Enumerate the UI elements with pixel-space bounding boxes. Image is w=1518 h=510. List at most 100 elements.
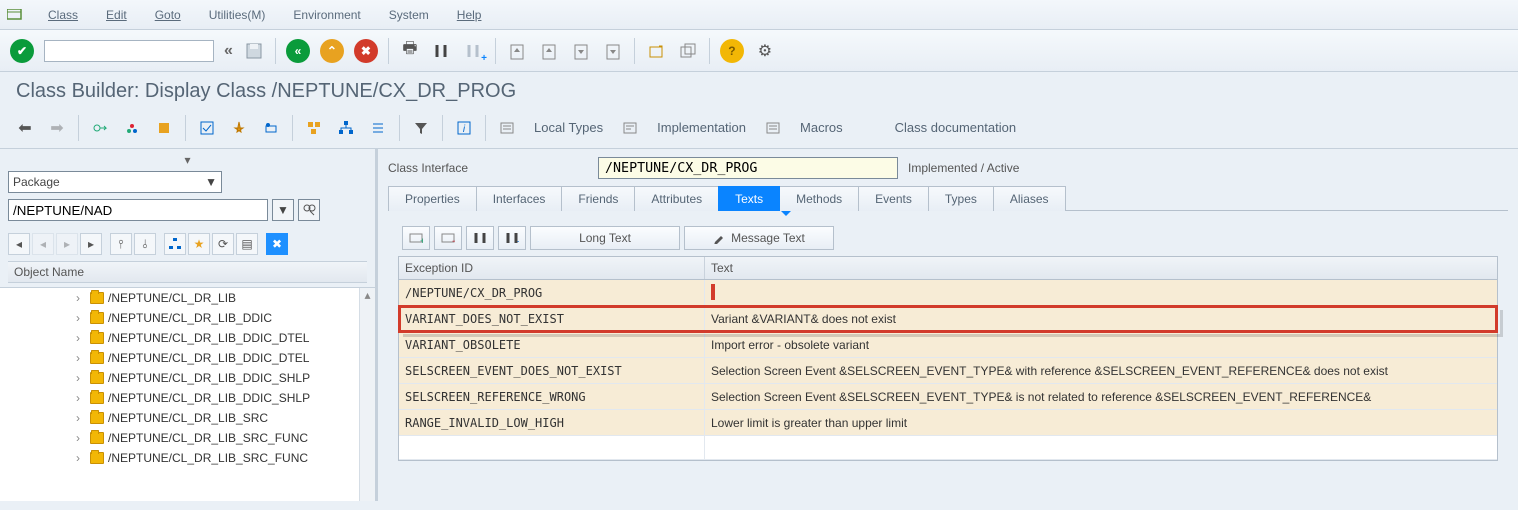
options-icon[interactable]: ▤ [236, 233, 258, 255]
menu-class[interactable]: Class [44, 4, 82, 26]
filter-icon[interactable] [410, 117, 432, 139]
back-button[interactable]: « [286, 39, 310, 63]
new-session-icon[interactable] [645, 40, 667, 62]
tab-interfaces[interactable]: Interfaces [476, 186, 563, 211]
where-used-icon[interactable] [303, 117, 325, 139]
cell-exception-id[interactable]: RANGE_INVALID_LOW_HIGH [399, 410, 705, 435]
expand-icon[interactable]: › [76, 391, 86, 405]
cell-exception-id[interactable]: VARIANT_OBSOLETE [399, 332, 705, 357]
tree-item[interactable]: › /NEPTUNE/CL_DR_LIB [0, 288, 375, 308]
hierarchy-mini-icon[interactable] [164, 233, 186, 255]
activate-icon[interactable] [228, 117, 250, 139]
prev-page-icon[interactable] [538, 40, 560, 62]
menu-help[interactable]: Help [453, 4, 486, 26]
expand-icon[interactable]: › [76, 331, 86, 345]
find-grid-icon[interactable] [466, 226, 494, 250]
expand-icon[interactable]: › [76, 431, 86, 445]
expand-icon[interactable]: › [76, 351, 86, 365]
favorite-icon[interactable]: ★ [188, 233, 210, 255]
long-text-button[interactable]: Long Text [530, 226, 680, 250]
display-change-icon[interactable] [89, 117, 111, 139]
tab-types[interactable]: Types [928, 186, 994, 211]
create-shortcut-icon[interactable] [677, 40, 699, 62]
table-row[interactable]: SELSCREEN_REFERENCE_WRONGSelection Scree… [399, 384, 1497, 410]
command-field[interactable] [44, 40, 214, 62]
package-input[interactable] [8, 199, 268, 221]
tab-texts[interactable]: Texts [718, 186, 780, 211]
insert-row-icon[interactable]: + [402, 226, 430, 250]
tree-item[interactable]: › /NEPTUNE/CL_DR_LIB_SRC [0, 408, 375, 428]
find-next-icon[interactable]: + [463, 40, 485, 62]
close-tree-button[interactable]: ✖ [266, 233, 288, 255]
test-icon[interactable] [260, 117, 282, 139]
tab-aliases[interactable]: Aliases [993, 186, 1066, 211]
tab-properties[interactable]: Properties [388, 186, 477, 211]
tree-item[interactable]: › /NEPTUNE/CL_DR_LIB_DDIC_SHLP [0, 388, 375, 408]
tree-item[interactable]: › /NEPTUNE/CL_DR_LIB_DDIC_DTEL [0, 348, 375, 368]
expand-icon[interactable]: › [76, 311, 86, 325]
enhance-icon[interactable] [153, 117, 175, 139]
cancel-button[interactable]: ✖ [354, 39, 378, 63]
info-icon[interactable]: i [453, 117, 475, 139]
tab-events[interactable]: Events [858, 186, 929, 211]
cell-exception-id[interactable]: VARIANT_DOES_NOT_EXIST [399, 306, 705, 331]
message-text-button[interactable]: Message Text [684, 226, 834, 250]
collapse-all-icon[interactable]: ⫰ [134, 233, 156, 255]
object-type-select[interactable]: Package ▼ [8, 171, 222, 193]
cell-text[interactable]: Lower limit is greater than upper limit [705, 410, 1497, 435]
find-icon[interactable] [431, 40, 453, 62]
print-icon[interactable]: 🖶 [399, 40, 421, 62]
tab-attributes[interactable]: Attributes [634, 186, 719, 211]
expand-icon[interactable]: › [76, 411, 86, 425]
menu-edit[interactable]: Edit [102, 4, 131, 26]
customize-layout-icon[interactable]: ⚙ [754, 40, 776, 62]
save-icon[interactable] [243, 40, 265, 62]
find-next-grid-icon[interactable]: + [498, 226, 526, 250]
cell-text[interactable]: Selection Screen Event &SELSCREEN_EVENT_… [705, 358, 1497, 383]
class-doc-button[interactable]: Class documentation [889, 120, 1022, 135]
table-row[interactable]: VARIANT_OBSOLETEImport error - obsolete … [399, 332, 1497, 358]
hierarchy-icon[interactable] [335, 117, 357, 139]
history-back-icon[interactable]: « [224, 42, 233, 60]
menu-goto[interactable]: Goto [151, 4, 185, 26]
cell-exception-id[interactable]: /NEPTUNE/CX_DR_PROG [399, 280, 705, 305]
table-row[interactable]: SELSCREEN_EVENT_DOES_NOT_EXISTSelection … [399, 358, 1497, 384]
arrow-right-icon[interactable]: ➡ [46, 117, 68, 139]
refresh-icon[interactable]: ⟳ [212, 233, 234, 255]
local-types-button[interactable]: Local Types [528, 120, 609, 135]
tree-item[interactable]: › /NEPTUNE/CL_DR_LIB_SRC_FUNC [0, 448, 375, 468]
macros-icon[interactable] [762, 117, 784, 139]
first-page-icon[interactable] [506, 40, 528, 62]
package-dropdown-button[interactable]: ▼ [272, 199, 294, 221]
display-button[interactable] [298, 199, 320, 221]
tree-scrollbar[interactable]: ▴ [359, 288, 375, 501]
system-menu-icon[interactable] [6, 8, 24, 22]
cell-text[interactable]: Import error - obsolete variant [705, 332, 1497, 357]
cell-text[interactable]: Variant &VARIANT& does not exist [705, 306, 1497, 331]
tab-methods[interactable]: Methods [779, 186, 859, 211]
implementation-button[interactable]: Implementation [651, 120, 752, 135]
menu-utilities[interactable]: Utilities(M) [205, 4, 270, 26]
expand-icon[interactable]: › [76, 371, 86, 385]
expand-all-icon[interactable]: ⫯ [110, 233, 132, 255]
delete-row-icon[interactable]: − [434, 226, 462, 250]
local-types-icon[interactable] [496, 117, 518, 139]
cell-text[interactable] [705, 280, 1497, 305]
exit-button[interactable]: ⌃ [320, 39, 344, 63]
object-list-icon[interactable] [367, 117, 389, 139]
column-text[interactable]: Text [705, 257, 1497, 279]
cell-exception-id[interactable]: SELSCREEN_REFERENCE_WRONG [399, 384, 705, 409]
table-row[interactable]: RANGE_INVALID_LOW_HIGHLower limit is gre… [399, 410, 1497, 436]
tree-item[interactable]: › /NEPTUNE/CL_DR_LIB_SRC_FUNC [0, 428, 375, 448]
column-exception-id[interactable]: Exception ID [399, 257, 705, 279]
scroll-up-icon[interactable]: ▴ [360, 288, 375, 302]
last-page-icon[interactable] [602, 40, 624, 62]
menu-system[interactable]: System [385, 4, 433, 26]
prev-object-icon[interactable]: ◂ [8, 233, 30, 255]
help-button[interactable]: ? [720, 39, 744, 63]
other-object-icon[interactable] [121, 117, 143, 139]
tree-item[interactable]: › /NEPTUNE/CL_DR_LIB_DDIC_DTEL [0, 328, 375, 348]
arrow-left-icon[interactable]: ⬅ [14, 117, 36, 139]
tree-item[interactable]: › /NEPTUNE/CL_DR_LIB_DDIC [0, 308, 375, 328]
cell-exception-id[interactable]: SELSCREEN_EVENT_DOES_NOT_EXIST [399, 358, 705, 383]
